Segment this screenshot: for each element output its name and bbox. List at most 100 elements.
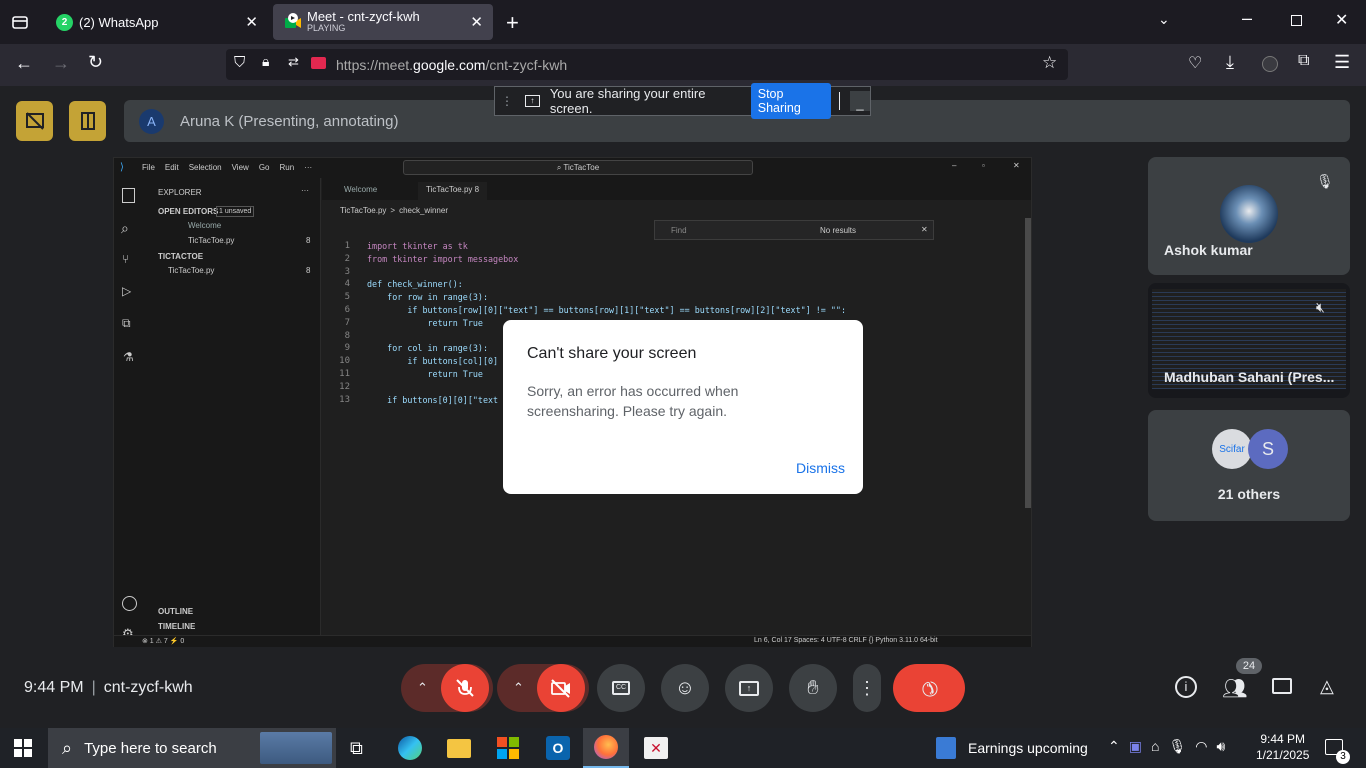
url-text[interactable]: https://meet.google.com/cnt-zycf-kwh: [336, 57, 567, 73]
folder-file-tictactoe[interactable]: TicTacToe.py: [168, 266, 214, 275]
raise-hand-button[interactable]: ✋︎: [789, 664, 837, 712]
extensions-icon[interactable]: ⧉: [1298, 52, 1309, 70]
people-icon[interactable]: 👥︎: [1222, 676, 1247, 701]
device-icon[interactable]: ⌂: [1151, 738, 1159, 755]
accounts-icon[interactable]: [122, 596, 137, 611]
account-avatar[interactable]: [1262, 56, 1278, 72]
others-tile[interactable]: Scifar S 21 others: [1148, 410, 1350, 521]
source-control-icon[interactable]: ⑂: [122, 252, 129, 266]
microphone-icon[interactable]: 🎙︎: [1168, 738, 1186, 755]
outlook-icon[interactable]: O: [546, 736, 570, 760]
open-editors-header[interactable]: OPEN EDITORS: [158, 207, 218, 216]
tab-tictactoe[interactable]: TicTacToe.py 8: [418, 182, 488, 201]
menu-run[interactable]: Run: [279, 163, 294, 172]
status-problems[interactable]: ⊗ 1 ⚠ 7 ⚡ 0: [142, 637, 184, 645]
list-tabs-chevron-icon[interactable]: ⌄: [1158, 11, 1170, 28]
code-line[interactable]: return True: [367, 369, 483, 379]
testing-icon[interactable]: ⚗: [123, 350, 134, 364]
more-options-button[interactable]: ⋮: [853, 664, 881, 712]
emoji-reactions-button[interactable]: ☺: [661, 664, 709, 712]
minimize-icon[interactable]: –: [952, 161, 956, 170]
code-line[interactable]: from tkinter import messagebox: [367, 254, 518, 264]
code-line[interactable]: import tkinter as tk: [367, 241, 468, 251]
edge-icon[interactable]: [398, 736, 422, 760]
explorer-more-icon[interactable]: ···: [301, 186, 309, 195]
restore-window-button[interactable]: [1291, 15, 1302, 26]
dismiss-button[interactable]: Dismiss: [796, 460, 845, 476]
tab-whatsapp[interactable]: 2 (2) WhatsApp ✕: [46, 4, 268, 40]
minimize-share-bar-button[interactable]: _: [849, 91, 871, 111]
taskbar-search-box[interactable]: ⌕ Type here to search: [48, 728, 336, 768]
chat-icon[interactable]: [1272, 678, 1292, 694]
participant-tile[interactable]: 🔇︎ Madhuban Sahani (Pres...: [1148, 283, 1350, 398]
open-editor-tictactoe[interactable]: TicTacToe.py: [188, 236, 234, 245]
url-bar[interactable]: ⛉ 🔒︎ ⇄ https://meet.google.com/cnt-zycf-…: [226, 49, 1068, 80]
windows-start-icon[interactable]: [14, 739, 32, 757]
code-line[interactable]: def check_winner():: [367, 279, 463, 289]
firefox-icon[interactable]: [583, 728, 629, 768]
file-explorer-icon[interactable]: [447, 739, 471, 758]
menu-icon[interactable]: ☰: [1334, 52, 1350, 73]
status-info[interactable]: Ln 6, Col 17 Spaces: 4 UTF-8 CRLF {} Pyt…: [754, 637, 938, 644]
volume-icon[interactable]: 🔊︎: [1216, 738, 1225, 755]
open-editor-welcome[interactable]: Welcome: [188, 221, 221, 230]
forward-arrow-icon[interactable]: →: [52, 53, 70, 74]
close-icon[interactable]: ✕: [1013, 161, 1020, 170]
code-line[interactable]: return True: [367, 318, 483, 328]
search-icon[interactable]: ⌕: [121, 220, 129, 237]
bookmark-star-icon[interactable]: ☆: [1042, 53, 1057, 73]
teams-icon[interactable]: ▣: [1129, 738, 1142, 755]
weather-widget[interactable]: Earnings upcoming: [936, 737, 1088, 759]
permissions-icon[interactable]: ⇄: [288, 54, 299, 70]
scrollbar[interactable]: [1025, 218, 1031, 508]
activities-icon[interactable]: ◬: [1320, 676, 1334, 697]
menu-go[interactable]: Go: [259, 163, 270, 172]
code-line[interactable]: if buttons[0][0]["text: [367, 395, 498, 405]
download-icon[interactable]: ⤓: [1226, 52, 1234, 73]
wifi-icon[interactable]: ◠: [1195, 738, 1207, 755]
tab-overview-icon[interactable]: [10, 12, 30, 32]
find-close-icon[interactable]: ✕: [921, 225, 928, 234]
shield-icon[interactable]: ⛉: [234, 54, 245, 71]
screen-share-indicator-icon[interactable]: [311, 57, 326, 69]
reload-icon[interactable]: ↻: [88, 52, 103, 73]
explorer-icon[interactable]: [122, 188, 135, 203]
command-center[interactable]: ⌕ TicTacToe: [403, 160, 753, 175]
close-tab-icon[interactable]: ✕: [470, 13, 483, 31]
microphone-off-button[interactable]: [441, 664, 489, 712]
maximize-icon[interactable]: ▫: [982, 161, 985, 170]
code-line[interactable]: for col in range(3):: [367, 343, 488, 353]
close-window-button[interactable]: ✕: [1335, 10, 1348, 30]
chevron-up-icon[interactable]: ⌃: [1108, 738, 1120, 755]
tab-welcome[interactable]: Welcome: [344, 185, 377, 194]
folder-header[interactable]: TICTACTOE: [158, 252, 203, 261]
camera-off-button[interactable]: [537, 664, 585, 712]
stop-sharing-button[interactable]: Stop Sharing: [750, 83, 831, 119]
menu-edit[interactable]: Edit: [165, 163, 179, 172]
run-debug-icon[interactable]: ▷: [122, 284, 131, 298]
captions-button[interactable]: CC: [597, 664, 645, 712]
present-screen-button[interactable]: ↑: [725, 664, 773, 712]
stop-annotating-button[interactable]: [16, 101, 53, 141]
code-line[interactable]: if buttons[col][0]: [367, 356, 498, 366]
code-line[interactable]: for row in range(3):: [367, 292, 488, 302]
clock[interactable]: 9:44 PM 1/21/2025: [1256, 731, 1309, 763]
meeting-details-icon[interactable]: i: [1175, 676, 1197, 698]
find-input[interactable]: Find: [671, 226, 687, 235]
back-arrow-icon[interactable]: ←: [15, 53, 33, 74]
timeline-header[interactable]: TIMELINE: [158, 622, 195, 631]
new-tab-button[interactable]: +: [506, 10, 519, 36]
pocket-icon[interactable]: ♡: [1188, 53, 1202, 73]
lock-icon[interactable]: 🔒︎: [262, 53, 269, 70]
tab-meet[interactable]: Meet - cnt-zycf-kwh PLAYING ✕: [273, 4, 493, 40]
menu-more[interactable]: ···: [304, 163, 312, 172]
participant-tile[interactable]: 🎙︎ Ashok kumar: [1148, 157, 1350, 275]
menu-selection[interactable]: Selection: [189, 163, 222, 172]
code-line[interactable]: if buttons[row][0]["text"] == buttons[ro…: [367, 305, 846, 315]
menu-file[interactable]: File: [142, 163, 155, 172]
app-icon[interactable]: ✕: [644, 737, 668, 759]
outline-header[interactable]: OUTLINE: [158, 607, 193, 616]
drag-handle-icon[interactable]: ⋮: [501, 94, 513, 108]
minimize-window-button[interactable]: –: [1242, 8, 1252, 29]
annotation-tools-button[interactable]: [69, 101, 106, 141]
